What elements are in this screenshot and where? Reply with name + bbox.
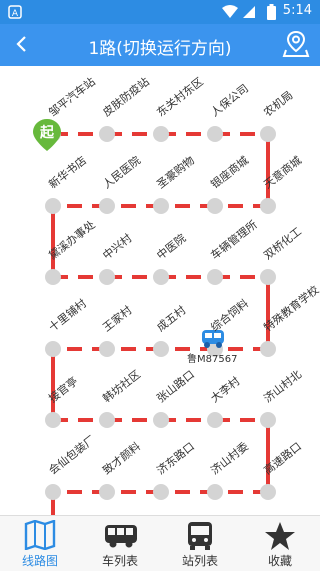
tab-route-map-label: 线路图	[21, 554, 58, 568]
stop-dot[interactable]	[45, 198, 61, 214]
stop-dot[interactable]	[99, 126, 115, 142]
stop-dot[interactable]	[260, 126, 276, 142]
stop-dot[interactable]	[45, 484, 61, 500]
stop-dot[interactable]	[153, 484, 169, 500]
stop-dot[interactable]	[99, 341, 115, 357]
battery-icon	[267, 4, 276, 20]
stop-dot[interactable]	[99, 484, 115, 500]
bus-plate: 鲁M87567	[187, 354, 238, 365]
stop-dot[interactable]	[99, 198, 115, 214]
wifi-icon	[222, 5, 238, 18]
star-icon	[265, 522, 295, 550]
start-badge-label: 起	[40, 125, 54, 141]
stop-dot[interactable]	[207, 412, 223, 428]
stop-dot[interactable]	[260, 341, 276, 357]
svg-text:A: A	[12, 9, 19, 19]
tab-favorites-label: 收藏	[267, 554, 292, 568]
bus-icon[interactable]	[201, 329, 225, 349]
stop-dot[interactable]	[45, 269, 61, 285]
bottom-tab-bar: 线路图 车列表 站列表 收藏	[0, 515, 320, 571]
notification-icon: A	[8, 5, 22, 19]
stop-dot[interactable]	[45, 341, 61, 357]
stop-dot[interactable]	[153, 412, 169, 428]
stop-dot[interactable]	[207, 198, 223, 214]
stop-dot[interactable]	[45, 412, 61, 428]
stop-dot[interactable]	[260, 198, 276, 214]
stop-dot[interactable]	[153, 126, 169, 142]
stop-dot[interactable]	[153, 341, 169, 357]
stop-dot[interactable]	[99, 412, 115, 428]
tab-stop-list[interactable]: 站列表	[160, 516, 240, 571]
route-map: 起 鲁M87567 邹平汽车站 皮肤防疫站 东关村东区 人保公司 农机局 天意商城 银座商城…	[0, 66, 320, 515]
stop-dot[interactable]	[207, 269, 223, 285]
stop-dot[interactable]	[99, 269, 115, 285]
stop-dot[interactable]	[207, 484, 223, 500]
status-time: 5:14	[282, 3, 312, 18]
bus-side-icon	[105, 525, 137, 548]
signal-icon	[243, 6, 255, 18]
bus-front-icon	[188, 522, 212, 550]
stop-dot[interactable]	[153, 269, 169, 285]
stop-dot[interactable]	[153, 198, 169, 214]
status-bar: A 5:14	[0, 0, 320, 24]
tab-favorites[interactable]: 收藏	[240, 516, 320, 571]
stop-dot[interactable]	[260, 269, 276, 285]
tab-bus-list[interactable]: 车列表	[80, 516, 160, 571]
stop-dot[interactable]	[260, 484, 276, 500]
stop-dot[interactable]	[260, 412, 276, 428]
app-bar: 1路(切换运行方向)	[0, 24, 320, 66]
tab-route-map[interactable]: 线路图	[0, 516, 80, 571]
page-title[interactable]: 1路(切换运行方向)	[0, 34, 320, 59]
stop-dot[interactable]	[207, 126, 223, 142]
map-location-icon[interactable]	[282, 30, 310, 58]
tab-stop-list-label: 站列表	[181, 554, 218, 568]
tab-bus-list-label: 车列表	[101, 554, 138, 568]
map-book-icon	[24, 520, 56, 550]
